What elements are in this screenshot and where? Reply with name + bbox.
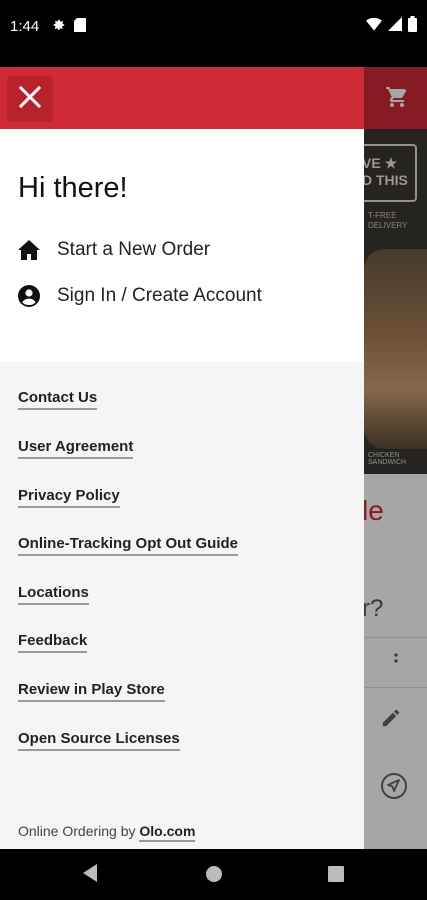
close-icon: [18, 85, 42, 114]
drawer-header: [0, 67, 364, 129]
home-circle-icon[interactable]: [205, 865, 223, 888]
home-icon: [18, 239, 40, 261]
link-feedback[interactable]: Feedback: [18, 632, 88, 653]
footer-prefix: Online Ordering by: [18, 823, 140, 839]
recents-icon[interactable]: [328, 866, 344, 887]
cellular-signal-icon: [388, 17, 402, 36]
battery-icon: [408, 16, 417, 37]
back-icon[interactable]: [81, 863, 99, 888]
link-online-tracking-opt-out-guide[interactable]: Online-Tracking Opt Out Guide: [18, 535, 239, 556]
sd-card-icon: [74, 18, 86, 37]
system-nav-bar: [0, 849, 427, 900]
status-time: 1:44: [10, 18, 40, 35]
link-user-agreement[interactable]: User Agreement: [18, 438, 134, 459]
link-locations[interactable]: Locations: [18, 584, 89, 605]
link-open-source-licenses[interactable]: Open Source Licenses: [18, 730, 180, 751]
link-privacy-policy[interactable]: Privacy Policy: [18, 487, 120, 508]
olo-link[interactable]: Olo.com: [139, 823, 196, 842]
start-new-order-item[interactable]: Start a New Order: [18, 235, 210, 265]
gear-icon: [52, 18, 66, 37]
wifi-icon: [366, 17, 382, 36]
link-review-in-play-store[interactable]: Review in Play Store: [18, 681, 165, 702]
close-button[interactable]: [7, 76, 53, 122]
sign-in-create-account-label: Sign In / Create Account: [57, 285, 262, 306]
greeting-heading: Hi there!: [18, 172, 128, 204]
sign-in-create-account-item[interactable]: Sign In / Create Account: [18, 281, 262, 311]
status-bar: 1:44: [0, 0, 427, 67]
navigation-drawer: Hi there! Start a New Order Sign In / Cr…: [0, 67, 364, 849]
start-new-order-label: Start a New Order: [57, 239, 211, 260]
drawer-account-section: Hi there! Start a New Order Sign In / Cr…: [0, 129, 364, 362]
drawer-footer: Online Ordering by Olo.com: [18, 823, 196, 842]
account-icon: [18, 285, 40, 307]
link-contact-us[interactable]: Contact Us: [18, 389, 98, 410]
